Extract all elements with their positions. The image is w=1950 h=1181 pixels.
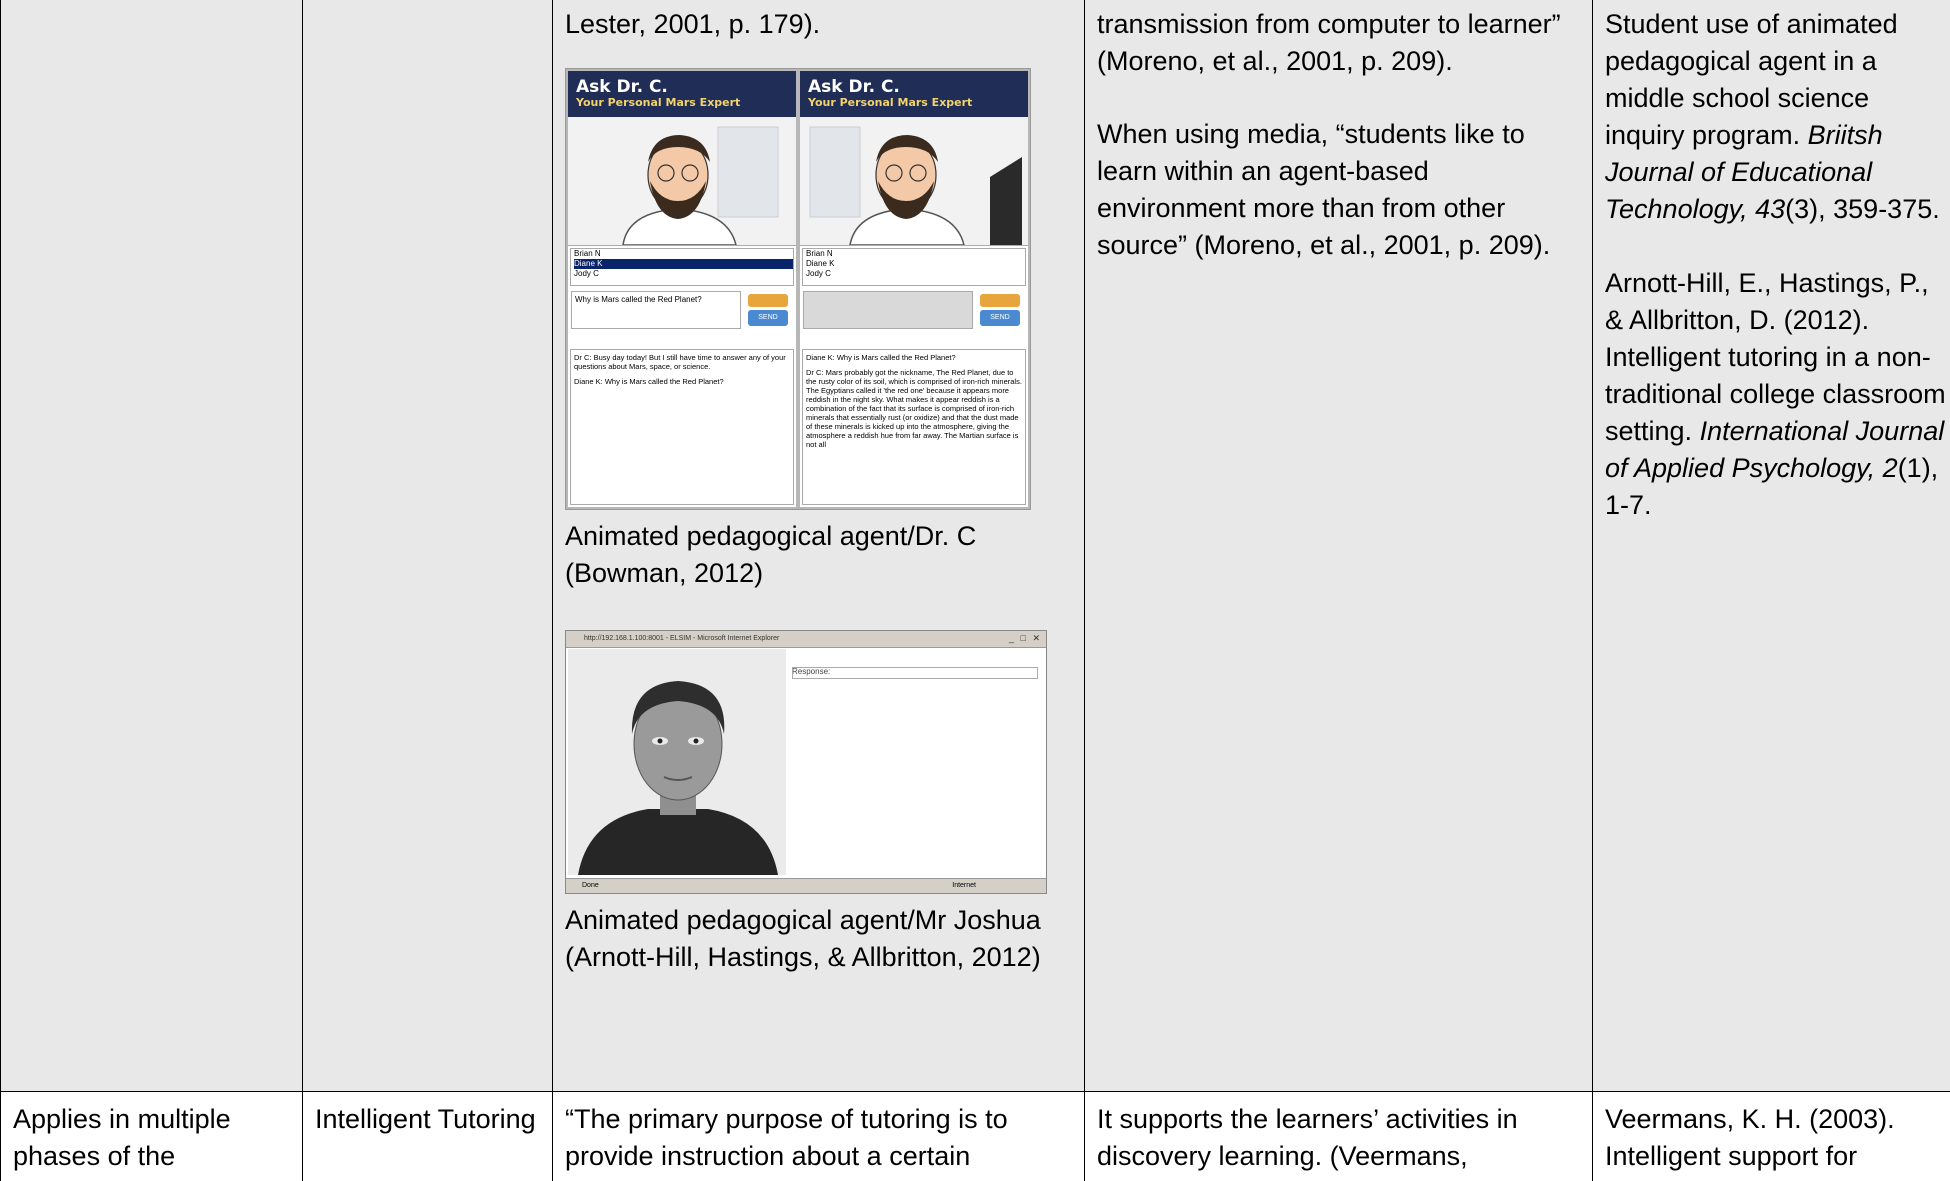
list-item[interactable]: Jody C bbox=[574, 269, 793, 279]
send-button[interactable]: SEND bbox=[980, 310, 1020, 326]
mr-joshua-portrait bbox=[568, 649, 786, 875]
conversation-line: Dr C: Busy day today! But I still have t… bbox=[574, 353, 790, 371]
reference-entry: Student use of animated pedagogical agen… bbox=[1605, 6, 1950, 228]
clear-button[interactable] bbox=[980, 294, 1020, 307]
panel-title: Ask Dr. C. bbox=[576, 78, 796, 96]
list-item[interactable]: Diane K bbox=[806, 259, 1025, 269]
window-controls-icon: _ □ ✕ bbox=[1009, 633, 1042, 644]
panel-subtitle: Your Personal Mars Expert bbox=[808, 96, 1028, 109]
dr-c-avatar-icon bbox=[800, 117, 1024, 245]
cell-description: “The primary purpose of tutoring is to p… bbox=[553, 1092, 1085, 1181]
cell-rationale: It supports the learners’ activities in … bbox=[1085, 1092, 1593, 1181]
send-button[interactable]: SEND bbox=[748, 310, 788, 326]
panel-subtitle: Your Personal Mars Expert bbox=[576, 96, 796, 109]
cell-phase: Applies in multiple phases of the bbox=[1, 1092, 303, 1181]
rationale-text: transmission from computer to learner” (… bbox=[1097, 6, 1584, 80]
dr-c-panel-right: Ask Dr. C. Your Personal Mars Expert bbox=[800, 71, 1028, 507]
dr-c-panel-left: Ask Dr. C. Your Personal Mars Expert bbox=[568, 71, 796, 507]
dr-c-figure: Ask Dr. C. Your Personal Mars Expert bbox=[565, 68, 1031, 510]
clear-button[interactable] bbox=[748, 294, 788, 307]
status-text: Done bbox=[582, 882, 599, 889]
panel-title: Ask Dr. C. bbox=[808, 78, 1028, 96]
figure-caption: Animated pedagogical agent/Dr. C (Bowman… bbox=[565, 518, 1076, 592]
response-input[interactable] bbox=[792, 667, 1038, 679]
document-table: Lester, 2001, p. 179). Ask Dr. C. Your P… bbox=[0, 0, 1950, 1181]
conversation-log: Dr C: Busy day today! But I still have t… bbox=[570, 349, 794, 505]
description-text: Lester, 2001, p. 179). bbox=[565, 6, 1076, 43]
dr-c-portrait bbox=[800, 117, 1028, 246]
list-item[interactable]: Brian N bbox=[574, 249, 793, 259]
status-zone: Internet bbox=[952, 879, 976, 893]
student-list[interactable]: Brian N Diane K Jody C bbox=[802, 248, 1026, 286]
cell-description: Lester, 2001, p. 179). Ask Dr. C. Your P… bbox=[553, 0, 1085, 1092]
dr-c-avatar-icon bbox=[568, 117, 792, 245]
list-item[interactable]: Diane K bbox=[574, 259, 793, 269]
conversation-log: Diane K: Why is Mars called the Red Plan… bbox=[802, 349, 1026, 505]
rationale-text: When using media, “students like to lear… bbox=[1097, 116, 1584, 264]
figure-caption: Animated pedagogical agent/Mr Joshua (Ar… bbox=[565, 902, 1076, 976]
browser-status-bar: Done Internet bbox=[566, 878, 1046, 893]
dr-c-portrait bbox=[568, 117, 796, 246]
list-item[interactable]: Brian N bbox=[806, 249, 1025, 259]
mr-joshua-avatar-icon bbox=[568, 649, 786, 875]
cell-references: Student use of animated pedagogical agen… bbox=[1593, 0, 1950, 1092]
table-row: Lester, 2001, p. 179). Ask Dr. C. Your P… bbox=[1, 0, 1950, 1092]
reference-entry: Arnott-Hill, E., Hastings, P., & Allbrit… bbox=[1605, 265, 1950, 524]
question-input[interactable] bbox=[803, 291, 973, 329]
browser-title-bar: http://192.168.1.100:8001 - ELSIM - Micr… bbox=[566, 631, 1046, 648]
table-row: Applies in multiple phases of the Intell… bbox=[1, 1092, 1950, 1181]
mr-joshua-figure: http://192.168.1.100:8001 - ELSIM - Micr… bbox=[565, 630, 1047, 894]
conversation-line: Dr C: Mars probably got the nickname, Th… bbox=[806, 368, 1022, 449]
cell-technology: Intelligent Tutoring bbox=[303, 1092, 553, 1181]
cell-references: Veermans, K. H. (2003). Intelligent supp… bbox=[1593, 1092, 1950, 1181]
conversation-line: Diane K: Why is Mars called the Red Plan… bbox=[574, 377, 790, 386]
cell-rationale: transmission from computer to learner” (… bbox=[1085, 0, 1593, 1092]
list-item[interactable]: Jody C bbox=[806, 269, 1025, 279]
cell-technology bbox=[303, 0, 553, 1092]
cell-phase bbox=[1, 0, 303, 1092]
conversation-line: Diane K: Why is Mars called the Red Plan… bbox=[806, 353, 1022, 362]
question-input[interactable]: Why is Mars called the Red Planet? bbox=[571, 291, 741, 329]
student-list[interactable]: Brian N Diane K Jody C bbox=[570, 248, 794, 286]
browser-title: http://192.168.1.100:8001 - ELSIM - Micr… bbox=[584, 635, 779, 642]
